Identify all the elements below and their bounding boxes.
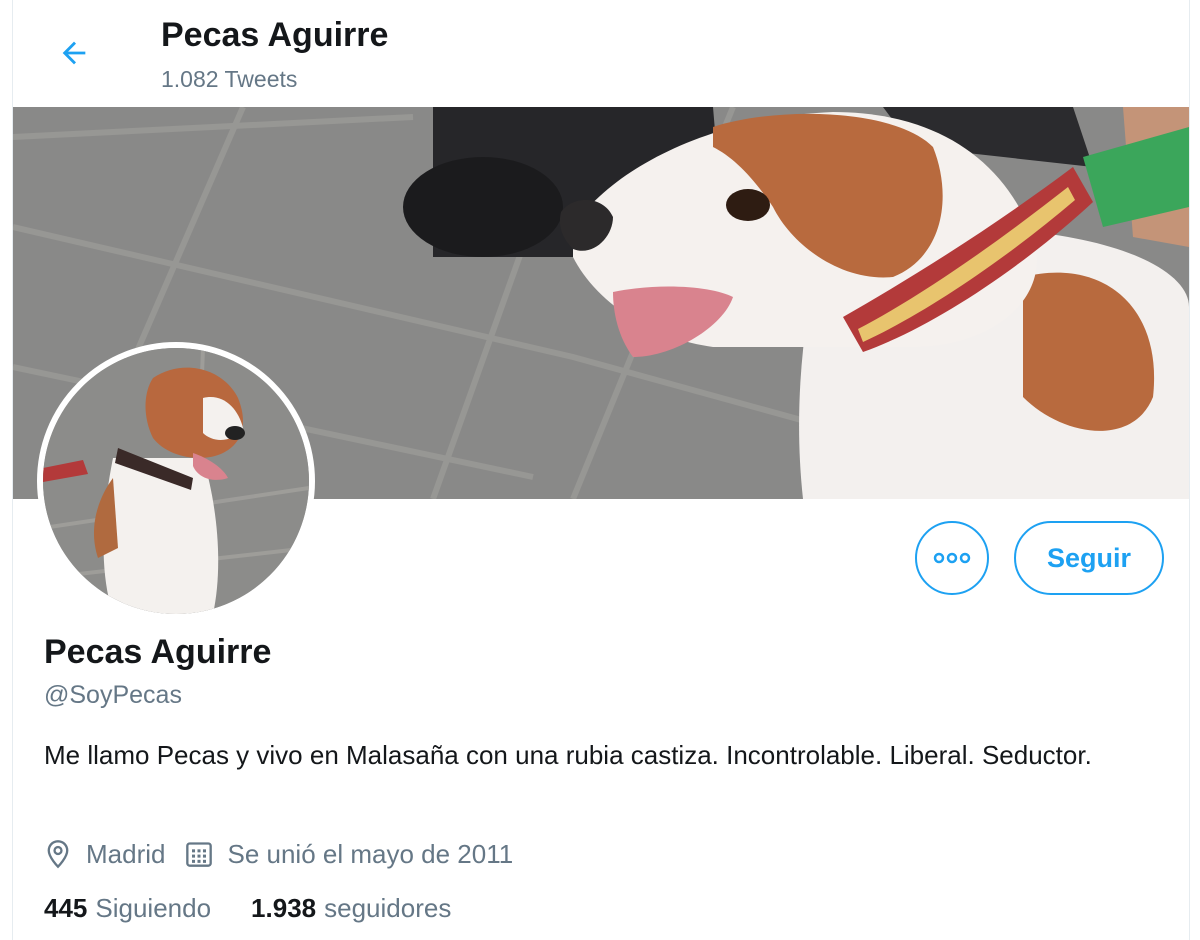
profile-avatar[interactable] (37, 342, 315, 620)
profile-meta: Madrid Se unió el mayo de 2011 (44, 834, 533, 874)
profile-stats: 445 Siguiendo 1.938 seguidores (44, 893, 491, 924)
following-label: Siguiendo (95, 893, 212, 923)
profile-name: Pecas Aguirre (44, 633, 272, 671)
tweet-count: 1.082 Tweets (161, 66, 298, 92)
profile-page: Pecas Aguirre 1.082 Tweets Seguir Pecas … (12, 0, 1190, 940)
location-pin-icon (47, 840, 69, 869)
location-text: Madrid (86, 838, 166, 869)
more-dots-icon (933, 552, 971, 564)
back-arrow-icon (62, 41, 86, 65)
following-link[interactable]: 445 Siguiendo (44, 893, 211, 924)
followers-count: 1.938 (251, 893, 317, 923)
followers-link[interactable]: 1.938 seguidores (251, 893, 451, 924)
joined-text: Se unió el mayo de 2011 (227, 838, 514, 869)
more-options-button[interactable] (915, 521, 989, 595)
calendar-icon (186, 842, 213, 867)
follow-button[interactable]: Seguir (1014, 521, 1164, 595)
header-title: Pecas Aguirre (161, 16, 389, 54)
following-count: 445 (44, 893, 88, 923)
profile-handle: @SoyPecas (44, 681, 182, 709)
profile-bio: Me llamo Pecas y vivo en Malasaña con un… (44, 740, 1092, 770)
location-item: Madrid (44, 839, 165, 870)
joined-item: Se unió el mayo de 2011 (185, 839, 513, 870)
back-button[interactable] (51, 30, 97, 76)
followers-label: seguidores (324, 893, 452, 923)
profile-header: Pecas Aguirre 1.082 Tweets (13, 0, 1189, 107)
